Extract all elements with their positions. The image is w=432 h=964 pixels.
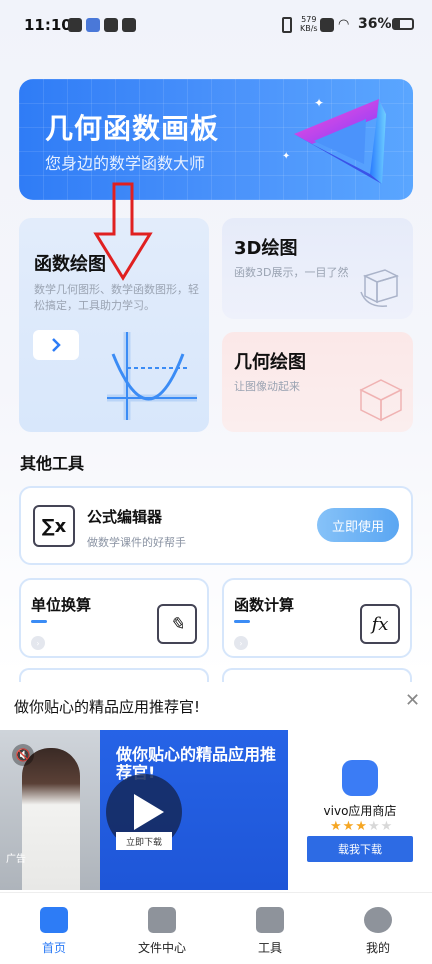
sigma-icon: ∑x — [33, 505, 75, 547]
svg-text:✦: ✦ — [314, 96, 324, 110]
geometry-card[interactable]: 几何绘图 让图像动起来 — [222, 332, 413, 432]
ad-app-download-button[interactable]: 载我下载 — [307, 836, 413, 862]
chevron-right-icon: › — [234, 636, 248, 650]
unit-conversion-card[interactable]: 单位换算 › ✎ — [19, 578, 209, 658]
play-store-icon — [104, 18, 118, 32]
status-bar: 11:10 579 KB/s ◠ 36% — [0, 0, 432, 52]
ad-banner[interactable]: 做你贴心的精品应用推荐官! 立即下载 — [100, 730, 288, 890]
function-graph-desc: 数学几何图形、数学函数图形，轻松搞定，工具助力学习。 — [34, 283, 199, 312]
tool-card-partial[interactable] — [19, 668, 209, 682]
home-icon — [40, 907, 68, 933]
formula-editor-card[interactable]: ∑x 公式编辑器 做数学课件的好帮手 立即使用 — [19, 486, 413, 565]
3d-graph-desc: 函数3D展示，一目了然 — [234, 266, 349, 279]
close-icon[interactable]: ✕ — [405, 690, 420, 711]
net-speed-unit: KB/s — [300, 24, 318, 33]
nav-tools[interactable]: 工具 — [216, 893, 324, 964]
no-sim-icon — [320, 18, 334, 32]
accent-bar — [31, 620, 47, 623]
hero-banner[interactable]: 几何函数画板 您身边的数学函数大师 ✦ ✦ — [19, 79, 413, 200]
banner-title: 几何函数画板 — [45, 112, 220, 145]
app-notification-icon — [68, 18, 82, 32]
use-now-button[interactable]: 立即使用 — [317, 508, 399, 542]
wifi-icon: ◠ — [338, 17, 350, 32]
nav-me-label: 我的 — [365, 941, 390, 955]
status-time: 11:10 — [24, 16, 72, 34]
function-graph-open-button[interactable] — [33, 330, 79, 360]
mail-icon — [122, 18, 136, 32]
unit-conversion-title: 单位换算 — [31, 596, 92, 614]
penrose-triangle-icon: ✦ ✦ — [282, 96, 386, 184]
ruler-pencil-icon: ✎ — [157, 604, 197, 644]
folder-icon — [148, 907, 176, 933]
formula-editor-title: 公式编辑器 — [87, 508, 163, 526]
nav-files-label: 文件中心 — [137, 941, 186, 955]
nav-tools-label: 工具 — [257, 941, 282, 955]
ad-video[interactable]: 🔇 广告 — [0, 730, 100, 890]
chevron-right-icon — [52, 338, 61, 352]
mute-icon[interactable]: 🔇 — [12, 744, 34, 766]
function-calc-title: 函数计算 — [234, 596, 295, 614]
bottom-nav: 首页 文件中心 工具 我的 — [0, 892, 432, 964]
chevron-right-icon: › — [31, 636, 45, 650]
accent-bar — [234, 620, 250, 623]
geometry-title: 几何绘图 — [234, 352, 306, 373]
svg-text:✦: ✦ — [282, 151, 290, 162]
ad-title: 做你贴心的精品应用推荐官! — [14, 698, 201, 716]
banner-subtitle: 您身边的数学函数大师 — [45, 154, 206, 173]
alipay-icon — [86, 18, 100, 32]
3d-graph-title: 3D绘图 — [234, 238, 298, 259]
toolbox-icon — [256, 907, 284, 933]
parabola-graph-icon — [107, 332, 197, 420]
3d-graph-card[interactable]: 3D绘图 函数3D展示，一目了然 — [222, 218, 413, 319]
function-calc-card[interactable]: 函数计算 › fx — [222, 578, 412, 658]
formula-editor-desc: 做数学课件的好帮手 — [87, 536, 186, 549]
3d-cube-icon — [360, 269, 400, 307]
ad-person-image — [22, 748, 80, 890]
battery-icon — [392, 18, 414, 30]
net-speed-value: 579 — [301, 15, 317, 24]
ad-app-name: vivo应用商店 — [323, 804, 397, 818]
down-arrow-annotation — [93, 182, 153, 281]
battery-text: 36% — [358, 16, 392, 32]
nav-me[interactable]: 我的 — [324, 893, 432, 964]
nav-home[interactable]: 首页 — [0, 893, 108, 964]
vivo-store-logo — [342, 760, 378, 796]
ad-app-panel[interactable]: vivo应用商店 ★★★★★ 载我下载 — [288, 730, 432, 890]
tool-card-partial[interactable] — [222, 668, 412, 682]
rating-stars: ★★★★★ — [330, 819, 394, 834]
user-icon — [364, 907, 392, 933]
vibrate-icon — [282, 17, 292, 33]
ad-download-button[interactable]: 立即下载 — [116, 832, 172, 850]
net-speed: 579 KB/s — [300, 15, 318, 33]
ad-tag: 广告 — [6, 854, 26, 865]
nav-files[interactable]: 文件中心 — [108, 893, 216, 964]
nav-home-label: 首页 — [41, 941, 66, 955]
fx-icon: fx — [360, 604, 400, 644]
geometry-cube-icon — [359, 379, 403, 422]
other-tools-heading: 其他工具 — [20, 454, 85, 473]
geometry-desc: 让图像动起来 — [234, 380, 300, 393]
